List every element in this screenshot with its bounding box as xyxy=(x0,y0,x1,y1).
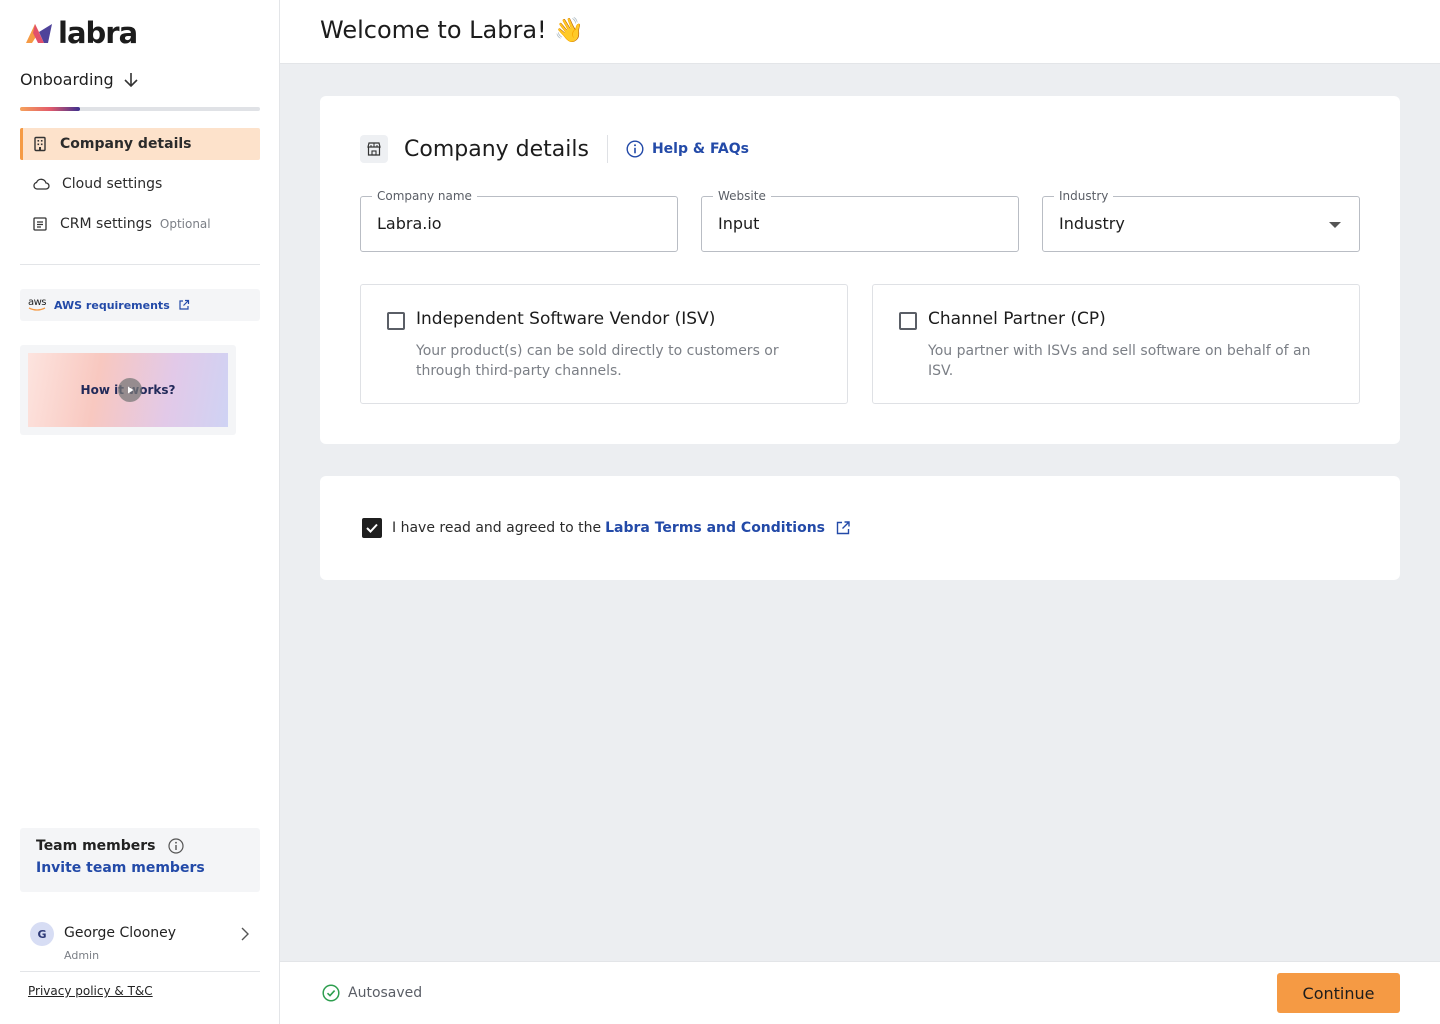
website-label: Website xyxy=(713,189,771,203)
sidebar-divider xyxy=(20,264,260,265)
onboarding-section-toggle[interactable]: Onboarding xyxy=(20,70,138,89)
brand-name: labra xyxy=(58,16,138,50)
how-it-works-video[interactable]: How it works? xyxy=(20,345,236,435)
labra-logo[interactable]: labra xyxy=(24,16,138,50)
sidebar-item-label: Cloud settings xyxy=(62,176,163,192)
progress-fill xyxy=(20,107,80,111)
user-name: George Clooney xyxy=(64,925,177,941)
sidebar-divider xyxy=(20,971,260,972)
privacy-policy-link[interactable]: Privacy policy & T&C xyxy=(28,984,153,998)
page-title: Welcome to Labra! 👋 xyxy=(320,16,584,44)
terms-card: I have read and agreed to the Labra Term… xyxy=(320,476,1400,580)
terms-link[interactable]: Labra Terms and Conditions xyxy=(605,520,825,536)
continue-button[interactable]: Continue xyxy=(1277,973,1400,1013)
aws-requirements-link[interactable]: aws AWS requirements xyxy=(20,289,260,321)
store-icon xyxy=(360,135,388,163)
chevron-right-icon xyxy=(241,927,249,941)
page-footer: Autosaved Continue xyxy=(280,961,1440,1024)
isv-title: Independent Software Vendor (ISV) xyxy=(416,309,716,329)
team-members-panel: Team members Invite team members xyxy=(20,828,260,892)
card-title: Company details xyxy=(404,136,589,162)
cp-checkbox[interactable] xyxy=(899,312,917,330)
autosave-status: Autosaved xyxy=(322,984,422,1002)
dropdown-caret-icon xyxy=(1329,222,1341,228)
avatar: G xyxy=(30,922,54,946)
cloud-icon xyxy=(33,178,50,190)
header-separator xyxy=(606,135,608,163)
help-faqs-label: Help & FAQs xyxy=(651,141,749,157)
card-header: Company details Help & FAQs xyxy=(360,134,749,164)
arrow-down-icon xyxy=(124,72,138,87)
company-name-field[interactable]: Company name Labra.io xyxy=(360,189,678,252)
onboarding-title: Onboarding xyxy=(20,70,114,89)
isv-description: Your product(s) can be sold directly to … xyxy=(416,343,779,379)
cp-title: Channel Partner (CP) xyxy=(928,309,1106,329)
video-thumbnail: How it works? xyxy=(28,353,228,427)
page-title-text: Welcome to Labra! xyxy=(320,16,547,44)
external-link-icon[interactable] xyxy=(835,520,851,536)
aws-logo-text: aws xyxy=(28,297,47,308)
info-icon xyxy=(626,140,644,158)
website-field[interactable]: Website Input xyxy=(701,189,1019,252)
company-name-value: Labra.io xyxy=(377,214,442,233)
sidebar-item-crm-settings[interactable]: CRM settings Optional xyxy=(20,208,260,240)
cp-description: You partner with ISVs and sell software … xyxy=(928,343,1311,379)
company-details-card: Company details Help & FAQs Company name… xyxy=(320,96,1400,444)
sidebar-item-label: CRM settings xyxy=(60,216,152,232)
building-icon xyxy=(34,136,46,152)
user-role: Admin xyxy=(64,949,100,962)
sidebar: labra Onboarding Company details Cloud s… xyxy=(0,0,280,1024)
help-faqs-link[interactable]: Help & FAQs xyxy=(626,140,749,158)
aws-logo: aws xyxy=(28,297,47,312)
info-icon[interactable] xyxy=(167,838,184,854)
sidebar-item-company-details[interactable]: Company details xyxy=(20,128,260,160)
autosave-label: Autosaved xyxy=(348,985,423,1001)
isv-checkbox[interactable] xyxy=(387,312,405,330)
website-value: Input xyxy=(718,214,760,233)
invite-team-members-link[interactable]: Invite team members xyxy=(36,860,244,876)
sidebar-item-label: Company details xyxy=(60,136,192,152)
industry-label: Industry xyxy=(1054,189,1114,203)
optional-tag: Optional xyxy=(159,217,211,231)
terms-checkbox[interactable] xyxy=(362,518,382,538)
onboarding-progress-bar xyxy=(20,107,260,111)
check-icon xyxy=(366,523,378,533)
play-icon xyxy=(128,386,134,394)
crm-icon xyxy=(33,217,47,231)
external-link-icon xyxy=(179,299,189,310)
industry-select[interactable]: Industry Industry xyxy=(1042,189,1360,252)
play-button[interactable] xyxy=(118,378,142,402)
industry-value: Industry xyxy=(1059,214,1125,233)
terms-row: I have read and agreed to the Labra Term… xyxy=(362,518,851,538)
user-profile-menu[interactable]: G George Clooney Admin xyxy=(30,922,260,966)
check-circle-icon xyxy=(322,984,340,1002)
labra-logo-icon xyxy=(26,24,52,43)
page-header: Welcome to Labra! 👋 xyxy=(280,0,1440,64)
team-members-heading: Team members xyxy=(36,838,244,854)
waving-hand-emoji: 👋 xyxy=(554,16,585,44)
terms-text: I have read and agreed to the xyxy=(392,520,602,536)
sidebar-item-cloud-settings[interactable]: Cloud settings xyxy=(20,168,260,200)
cp-option-card[interactable]: Channel Partner (CP) You partner with IS… xyxy=(872,284,1360,404)
team-members-title: Team members xyxy=(36,838,156,854)
company-name-label: Company name xyxy=(372,189,477,203)
sidebar-nav: Company details Cloud settings CRM setti… xyxy=(20,128,260,248)
isv-option-card[interactable]: Independent Software Vendor (ISV) Your p… xyxy=(360,284,848,404)
aws-requirements-label: AWS requirements xyxy=(54,298,170,312)
